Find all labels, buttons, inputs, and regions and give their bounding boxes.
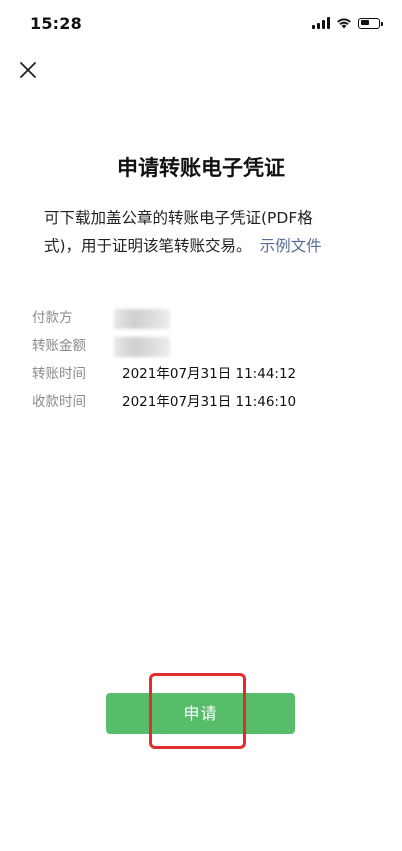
info-row-payer: 付款方 xyxy=(32,306,372,331)
description-line-1: 可下载加盖公章的转账电子凭证(PDF格 xyxy=(44,209,313,227)
status-time: 15:28 xyxy=(30,14,82,33)
sample-file-link[interactable]: 示例文件 xyxy=(260,237,322,255)
receive-time-value: 2021年07月31日 11:46:10 xyxy=(122,394,297,410)
payer-value-redacted xyxy=(114,309,170,329)
close-icon xyxy=(20,62,36,78)
description-line-2-text: 式)，用于证明该笔转账交易。 xyxy=(44,237,252,255)
amount-label: 转账金额 xyxy=(32,338,86,354)
status-icons xyxy=(312,15,383,31)
receive-time-label: 收款时间 xyxy=(32,394,86,410)
wifi-icon xyxy=(337,18,351,29)
transfer-time-label: 转账时间 xyxy=(32,366,86,382)
info-list: 付款方 转账金额 转账时间 2021年07月31日 11:44:12 收款时间 … xyxy=(32,306,372,418)
info-row-amount: 转账金额 xyxy=(32,334,372,359)
apply-button[interactable]: 申请 xyxy=(106,693,295,734)
page-title: 申请转账电子凭证 xyxy=(117,156,285,180)
payer-label: 付款方 xyxy=(32,310,73,326)
battery-level-fill xyxy=(360,20,369,25)
description: 可下载加盖公章的转账电子凭证(PDF格 式)，用于证明该笔转账交易。 示例文件 xyxy=(44,204,364,260)
amount-value-redacted xyxy=(114,337,170,357)
cellular-signal-icon xyxy=(312,17,330,29)
status-bar: 15:28 xyxy=(0,0,402,46)
info-row-receive-time: 收款时间 2021年07月31日 11:46:10 xyxy=(32,390,372,415)
description-line-2: 式)，用于证明该笔转账交易。 示例文件 xyxy=(44,232,364,260)
info-row-transfer-time: 转账时间 2021年07月31日 11:44:12 xyxy=(32,362,372,387)
transfer-time-value: 2021年07月31日 11:44:12 xyxy=(122,366,297,382)
close-button[interactable] xyxy=(14,56,42,84)
battery-icon xyxy=(358,17,383,29)
